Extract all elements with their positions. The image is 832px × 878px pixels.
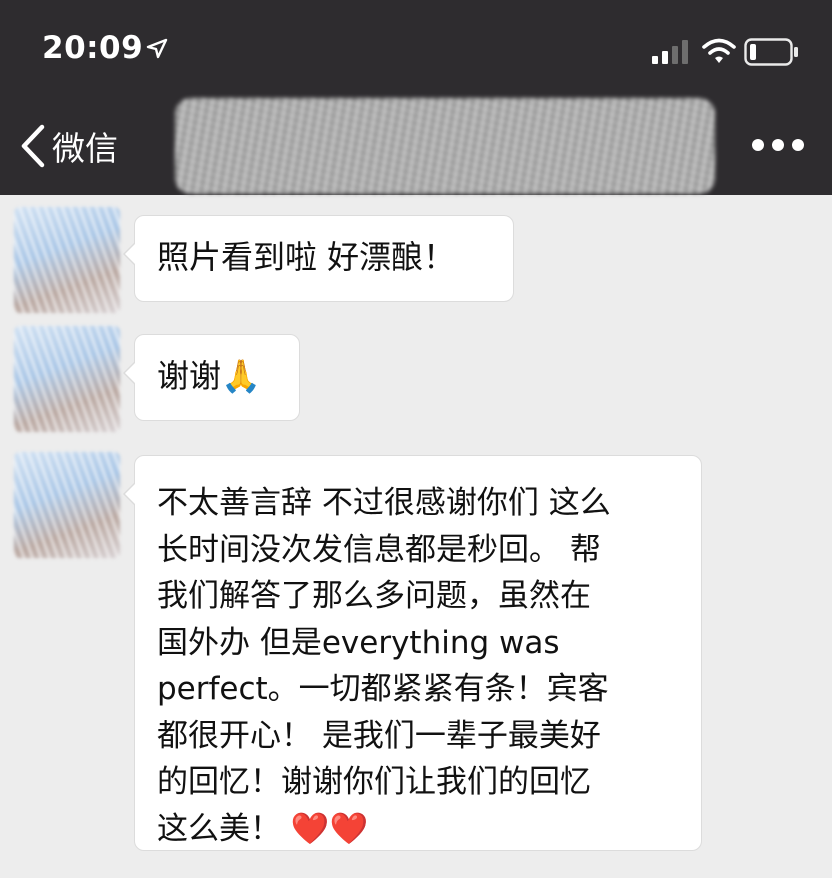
nav-header: 20:09 微信 — [0, 0, 832, 195]
contact-name-redacted — [175, 98, 715, 194]
message-text: 谢谢🙏 — [157, 357, 261, 395]
back-button[interactable]: 微信 — [20, 122, 118, 170]
battery-icon — [744, 38, 798, 66]
avatar[interactable] — [14, 452, 120, 558]
avatar[interactable] — [14, 326, 120, 432]
wifi-icon — [702, 38, 736, 63]
message-bubble[interactable]: 照片看到啦 好漂酿！ — [123, 215, 514, 302]
more-dot — [772, 139, 784, 151]
message-text: 不太善言辞 不过很感谢你们 这么 长时间没次发信息都是秒回。 帮 我们解答了那么… — [157, 485, 611, 847]
message-bubble[interactable]: 不太善言辞 不过很感谢你们 这么 长时间没次发信息都是秒回。 帮 我们解答了那么… — [123, 455, 702, 851]
chevron-left-icon — [21, 124, 45, 168]
location-arrow-icon — [146, 38, 168, 59]
more-dot — [792, 139, 804, 151]
more-dots-icon — [752, 139, 764, 151]
status-time: 20:09 — [42, 30, 144, 66]
back-label: 微信 — [52, 129, 118, 168]
more-options-button[interactable] — [752, 139, 804, 151]
message-text: 照片看到啦 好漂酿！ — [157, 238, 456, 276]
message-bubble[interactable]: 谢谢🙏 — [123, 334, 300, 421]
avatar[interactable] — [14, 207, 120, 313]
signal-icon — [652, 40, 688, 64]
